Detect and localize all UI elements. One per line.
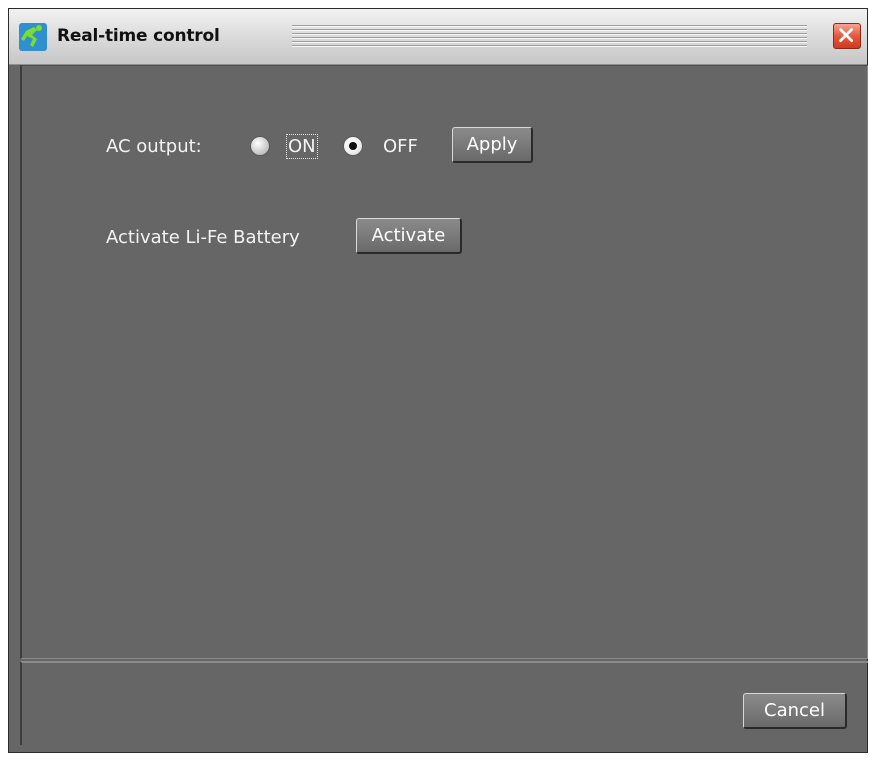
window-title: Real-time control: [57, 26, 220, 46]
ac-off-label[interactable]: OFF: [383, 136, 418, 157]
close-button[interactable]: [833, 23, 861, 49]
real-time-control-dialog: Real-time control AC output: ON OFF Appl…: [8, 8, 868, 753]
title-bar[interactable]: Real-time control: [9, 9, 867, 65]
title-grip: [292, 25, 807, 49]
ac-on-radio[interactable]: [250, 136, 270, 156]
ac-on-label[interactable]: ON: [286, 134, 318, 159]
activate-button[interactable]: Activate: [356, 218, 462, 254]
ac-off-radio[interactable]: [343, 136, 363, 156]
apply-button[interactable]: Apply: [452, 127, 533, 163]
battery-label: Activate Li-Fe Battery: [106, 227, 300, 248]
close-icon: [839, 28, 853, 42]
content-panel: AC output: ON OFF Apply Activate Li-Fe B…: [20, 65, 868, 659]
dialog-footer: Cancel: [20, 661, 868, 745]
cancel-button[interactable]: Cancel: [743, 693, 847, 729]
ac-output-label: AC output:: [106, 136, 202, 157]
runner-icon: [19, 23, 47, 51]
